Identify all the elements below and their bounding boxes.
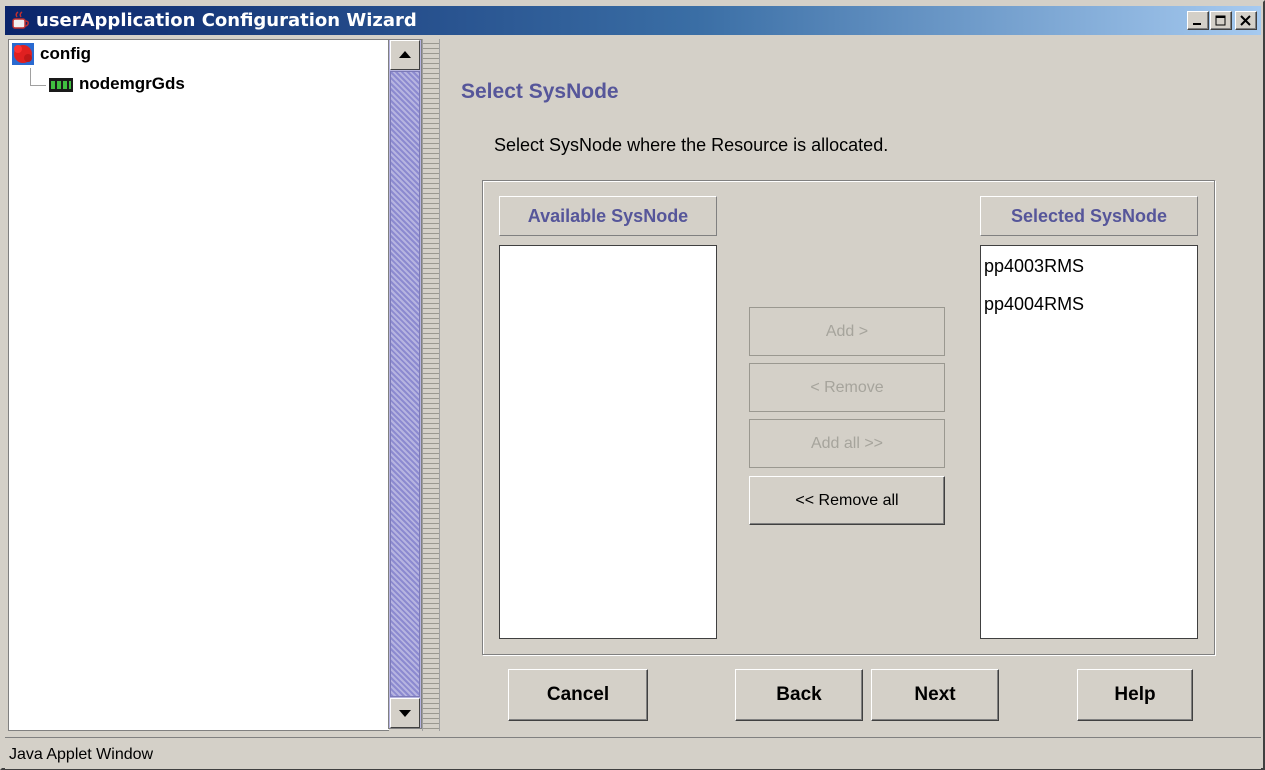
help-button[interactable]: Help	[1077, 669, 1193, 721]
arrow-down-icon	[399, 710, 411, 717]
page-title: Select SysNode	[461, 80, 619, 103]
remove-all-button[interactable]: << Remove all	[749, 476, 945, 525]
available-sysnode-list[interactable]	[499, 245, 717, 639]
tree-scrollbar[interactable]	[388, 39, 422, 729]
tree-connector	[30, 68, 31, 85]
add-button[interactable]: Add >	[749, 307, 945, 356]
add-all-button[interactable]: Add all >>	[749, 419, 945, 468]
close-icon	[1240, 15, 1251, 26]
resource-tree[interactable]: config nodemgrGds	[8, 39, 389, 731]
list-item[interactable]: pp4004RMS	[981, 285, 1197, 323]
selected-sysnode-header: Selected SysNode	[980, 196, 1198, 236]
tree-node-config-label: config	[40, 44, 91, 63]
tree-node-config[interactable]: config	[12, 42, 91, 66]
remove-button[interactable]: < Remove	[749, 363, 945, 412]
instruction-text: Select SysNode where the Resource is all…	[494, 135, 889, 155]
list-item[interactable]: pp4003RMS	[981, 247, 1197, 285]
close-button[interactable]	[1235, 11, 1257, 30]
minimize-button[interactable]	[1187, 11, 1209, 30]
title-bar[interactable]: userApplication Configuration Wizard	[5, 6, 1261, 35]
config-icon	[12, 43, 34, 65]
scrollbar-thumb[interactable]	[390, 71, 420, 697]
back-button[interactable]: Back	[735, 669, 863, 721]
tree-node-nodemgrgds[interactable]: nodemgrGds	[49, 72, 185, 96]
selected-sysnode-list[interactable]: pp4003RMS pp4004RMS	[980, 245, 1198, 639]
arrow-up-icon	[399, 51, 411, 58]
scroll-down-button[interactable]	[390, 698, 420, 728]
tree-node-nodemgrgds-label: nodemgrGds	[79, 74, 185, 93]
cancel-button[interactable]: Cancel	[508, 669, 648, 721]
node-manager-icon	[49, 77, 73, 92]
java-cup-icon	[10, 10, 31, 31]
tree-connector	[30, 85, 46, 86]
scroll-up-button[interactable]	[390, 40, 420, 70]
wizard-window: userApplication Configuration Wizard con…	[0, 0, 1265, 770]
status-text: Java Applet Window	[9, 746, 154, 763]
next-button[interactable]: Next	[871, 669, 999, 721]
maximize-button[interactable]	[1210, 11, 1232, 30]
minimize-icon	[1193, 23, 1201, 25]
available-sysnode-header: Available SysNode	[499, 196, 717, 236]
status-bar: Java Applet Window	[5, 737, 1261, 769]
pane-splitter[interactable]	[422, 39, 440, 731]
window-title: userApplication Configuration Wizard	[36, 10, 417, 31]
maximize-icon	[1215, 15, 1226, 26]
